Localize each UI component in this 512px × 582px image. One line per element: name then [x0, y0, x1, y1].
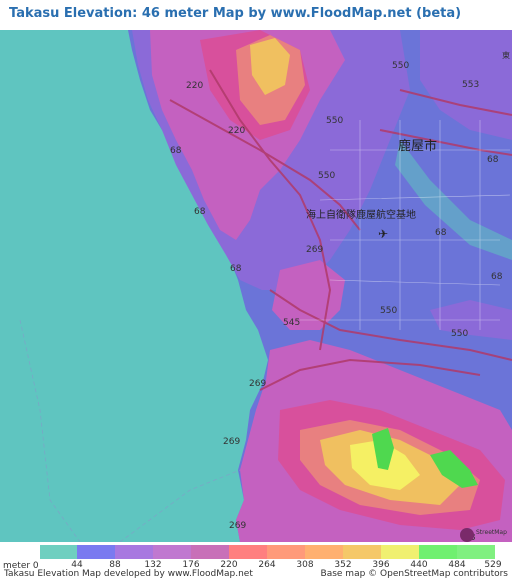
road-label: 550 [318, 171, 335, 181]
legend-swatch [419, 545, 457, 559]
road-label: 269 [249, 379, 266, 389]
legend-swatch [40, 545, 77, 559]
road-label: 545 [283, 318, 300, 328]
road-label: 68 [230, 264, 242, 274]
road-label: 68 [170, 146, 182, 156]
legend-swatch [305, 545, 343, 559]
legend-swatch [267, 545, 305, 559]
watermark-logo [460, 528, 474, 542]
road-label: 220 [228, 126, 245, 136]
road-label: 550 [451, 329, 468, 339]
page-title: Takasu Elevation: 46 meter Map by www.Fl… [9, 6, 462, 21]
airbase-label: 海上自衛隊鹿屋航空基地 [306, 208, 416, 221]
road-label: 68 [194, 207, 206, 217]
road-label: 553 [462, 80, 479, 90]
legend-swatch [77, 545, 115, 559]
road-label: 269 [229, 521, 246, 531]
road-label: 550 [380, 306, 397, 316]
legend-swatch [343, 545, 381, 559]
elevation-map[interactable]: 220 220 68 68 68 550 550 550 550 553 68 … [0, 30, 512, 542]
road-label: 220 [186, 81, 203, 91]
legend-swatch [229, 545, 267, 559]
road-label: 550 [392, 61, 409, 71]
legend-swatch [457, 545, 495, 559]
watermark-text: StreetMap [476, 529, 507, 536]
road-label: 68 [435, 228, 447, 238]
developer-credit: Takasu Elevation Map developed by www.Fl… [4, 569, 253, 579]
airport-icon: ✈ [378, 227, 388, 241]
road-label: 269 [223, 437, 240, 447]
header: Takasu Elevation: 46 meter Map by www.Fl… [0, 0, 512, 30]
road-label: 269 [306, 245, 323, 255]
road-label: 68 [491, 272, 503, 282]
legend-swatch [153, 545, 191, 559]
legend-swatch [381, 545, 419, 559]
city-label: 鹿屋市 [398, 138, 437, 154]
elevation-legend: meter 0 44 88 132 176 220 264 308 352 39… [0, 542, 512, 571]
map-canvas[interactable]: 220 220 68 68 68 550 550 550 550 553 68 … [0, 30, 512, 542]
road-label: 68 [487, 155, 499, 165]
corner-label: 東 [502, 50, 510, 60]
legend-swatch [115, 545, 153, 559]
road-label: 550 [326, 116, 343, 126]
basemap-credit: Base map © OpenStreetMap contributors [320, 569, 508, 579]
legend-swatch [191, 545, 229, 559]
footer: Takasu Elevation Map developed by www.Fl… [0, 569, 512, 582]
